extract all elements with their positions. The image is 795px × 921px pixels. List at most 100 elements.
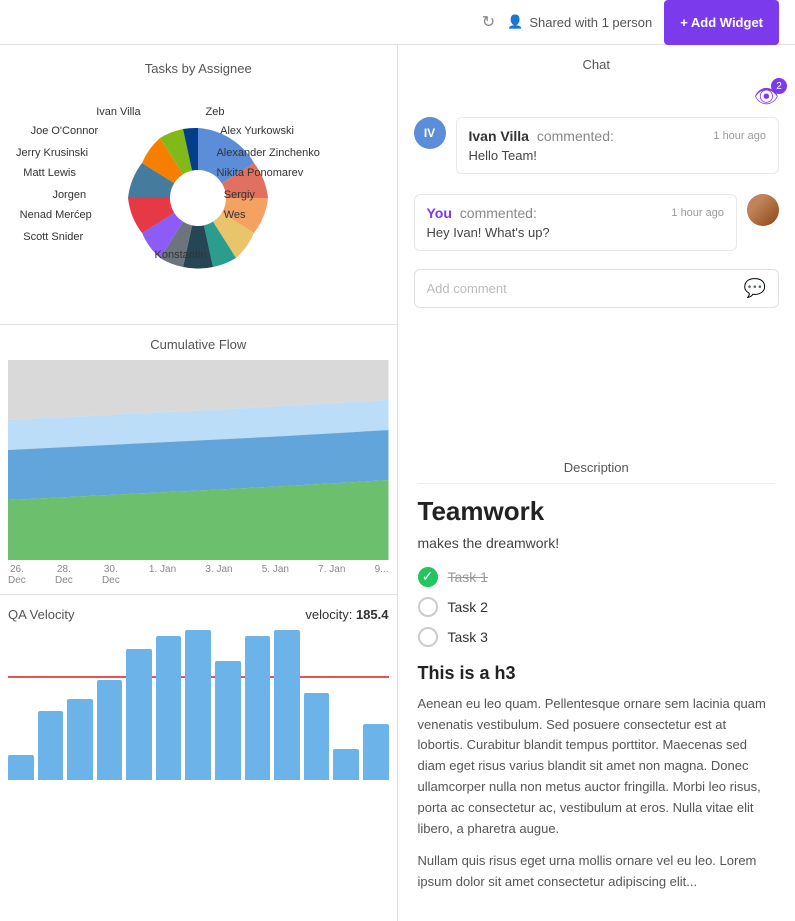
pie-label-joe: Joe O'Connor <box>31 125 99 137</box>
pie-label-matt: Matt Lewis <box>23 167 76 179</box>
user-icon: 👤 <box>507 14 523 30</box>
avatar-image <box>747 194 779 226</box>
chat-body-1: Hello Team! <box>469 148 767 163</box>
flow-label-0: 26.Dec <box>8 564 26 586</box>
task-check-0[interactable]: ✓ <box>418 567 438 587</box>
author-name-1: Ivan Villa <box>469 128 529 144</box>
task-label-1: Task 2 <box>448 599 488 615</box>
pie-label-nikita: Nikita Ponomarev <box>216 167 303 179</box>
chat-time-2: 1 hour ago <box>671 207 724 219</box>
pie-label-sergiy: Sergiy <box>224 189 255 201</box>
bar-chart <box>8 630 389 780</box>
add-comment-row[interactable]: Add comment 💬 <box>414 269 780 308</box>
pie-label-alex-z: Alexander Zinchenko <box>216 147 319 159</box>
chat-message-body-2: You commented: 1 hour ago Hey Ivan! What… <box>414 194 738 251</box>
pie-label-zeb: Zeb <box>206 106 225 118</box>
bar-1 <box>38 711 64 780</box>
chat-author-2: You commented: <box>427 205 537 221</box>
pie-chart-container: Ivan Villa Zeb Joe O'Connor Alex Yurkows… <box>16 88 381 308</box>
main-grid: Tasks by Assignee <box>0 45 795 921</box>
comment-icon: 💬 <box>744 278 766 299</box>
pie-label-scott: Scott Snider <box>23 231 83 243</box>
cumulative-flow-chart <box>8 360 389 560</box>
bar-10 <box>304 693 330 781</box>
flow-label-3: 1. Jan <box>149 564 176 586</box>
flow-label-1: 28.Dec <box>55 564 73 586</box>
task-label-0: Task 1 <box>448 569 488 585</box>
cumulative-flow-widget: Cumulative Flow 26.Dec 28.Dec 30.Dec 1. … <box>0 325 397 595</box>
author-name-2: You <box>427 205 452 221</box>
chat-time-1: 1 hour ago <box>713 130 766 142</box>
pie-label-jorgen: Jorgen <box>52 189 86 201</box>
bar-0 <box>8 755 34 780</box>
chat-message-header-1: Ivan Villa commented: 1 hour ago <box>469 128 767 144</box>
task-check-1[interactable] <box>418 597 438 617</box>
bar-12 <box>363 724 389 780</box>
pie-label-nenad: Nenad Merćep <box>20 209 92 221</box>
refresh-icon[interactable]: ↻ <box>482 12 495 32</box>
bar-9 <box>274 630 300 780</box>
cumulative-flow-title: Cumulative Flow <box>8 337 389 352</box>
velocity-title: QA Velocity <box>8 607 74 622</box>
task-check-2[interactable] <box>418 627 438 647</box>
velocity-number: 185.4 <box>356 607 389 622</box>
flow-x-labels: 26.Dec 28.Dec 30.Dec 1. Jan 3. Jan 5. Ja… <box>8 560 389 586</box>
bar-5 <box>156 636 182 780</box>
description-widget: Description Teamwork makes the dreamwork… <box>398 444 795 921</box>
pie-label-alex-y: Alex Yurkowski <box>220 125 294 137</box>
task-list: ✓ Task 1 Task 2 Task 3 <box>418 567 776 647</box>
description-heading: Teamwork <box>418 496 776 527</box>
description-body-1: Aenean eu leo quam. Pellentesque ornare … <box>418 694 776 840</box>
flow-label-4: 3. Jan <box>205 564 232 586</box>
chat-message-1: IV Ivan Villa commented: 1 hour ago Hell… <box>414 117 780 184</box>
bar-11 <box>333 749 359 780</box>
shared-label: Shared with 1 person <box>529 15 652 30</box>
pie-label-konstantin: Konstantin <box>155 249 207 261</box>
header: ↻ 👤 Shared with 1 person + Add Widget <box>0 0 795 45</box>
task-label-2: Task 3 <box>448 629 488 645</box>
bar-6 <box>185 630 211 780</box>
pie-label-wes: Wes <box>224 209 246 221</box>
tasks-by-assignee-widget: Tasks by Assignee <box>0 45 397 325</box>
chat-message-2: You commented: 1 hour ago Hey Ivan! What… <box>414 194 780 261</box>
left-column: Tasks by Assignee <box>0 45 398 921</box>
chat-header-row: 👁 2 <box>414 84 780 109</box>
chat-widget: Chat 👁 2 IV Ivan Villa commented: 1 ho <box>398 45 795 444</box>
flow-label-6: 7. Jan <box>318 564 345 586</box>
avatar-you <box>747 194 779 226</box>
add-comment-placeholder: Add comment <box>427 281 507 296</box>
avatar-ivan: IV <box>414 117 446 149</box>
velocity-value-display: velocity: 185.4 <box>305 607 388 622</box>
qa-velocity-widget: QA Velocity velocity: 185.4 <box>0 595 397 921</box>
chat-body-2: Hey Ivan! What's up? <box>427 225 725 240</box>
author-verb-1: commented: <box>537 128 614 144</box>
chat-message-header-2: You commented: 1 hour ago <box>427 205 725 221</box>
description-subtitle: makes the dreamwork! <box>418 535 776 551</box>
tasks-by-assignee-title: Tasks by Assignee <box>16 61 381 76</box>
eye-badge: 👁 2 <box>754 84 779 109</box>
bar-8 <box>245 636 271 780</box>
chat-title: Chat <box>414 57 780 72</box>
right-column: Chat 👁 2 IV Ivan Villa commented: 1 ho <box>398 45 795 921</box>
description-section-title: Description <box>418 460 776 484</box>
velocity-label: velocity: <box>305 607 352 622</box>
flow-label-7: 9... <box>375 564 389 586</box>
chat-author-1: Ivan Villa commented: <box>469 128 614 144</box>
description-body-2: Nullam quis risus eget urna mollis ornar… <box>418 851 776 893</box>
add-widget-button[interactable]: + Add Widget <box>664 0 779 45</box>
chat-message-body-1: Ivan Villa commented: 1 hour ago Hello T… <box>456 117 780 174</box>
pie-label-jerry: Jerry Krusinski <box>16 147 88 159</box>
bar-3 <box>97 680 123 780</box>
bar-7 <box>215 661 241 780</box>
bar-2 <box>67 699 93 780</box>
shared-badge: 👤 Shared with 1 person <box>507 14 652 30</box>
description-h3: This is a h3 <box>418 663 776 684</box>
pie-labels: Ivan Villa Zeb Joe O'Connor Alex Yurkows… <box>16 88 381 308</box>
task-item-0: ✓ Task 1 <box>418 567 776 587</box>
task-item-1: Task 2 <box>418 597 776 617</box>
pie-label-ivan: Ivan Villa <box>96 106 140 118</box>
viewer-count: 2 <box>771 78 787 94</box>
author-verb-2: commented: <box>460 205 537 221</box>
flow-label-2: 30.Dec <box>102 564 120 586</box>
flow-label-5: 5. Jan <box>262 564 289 586</box>
